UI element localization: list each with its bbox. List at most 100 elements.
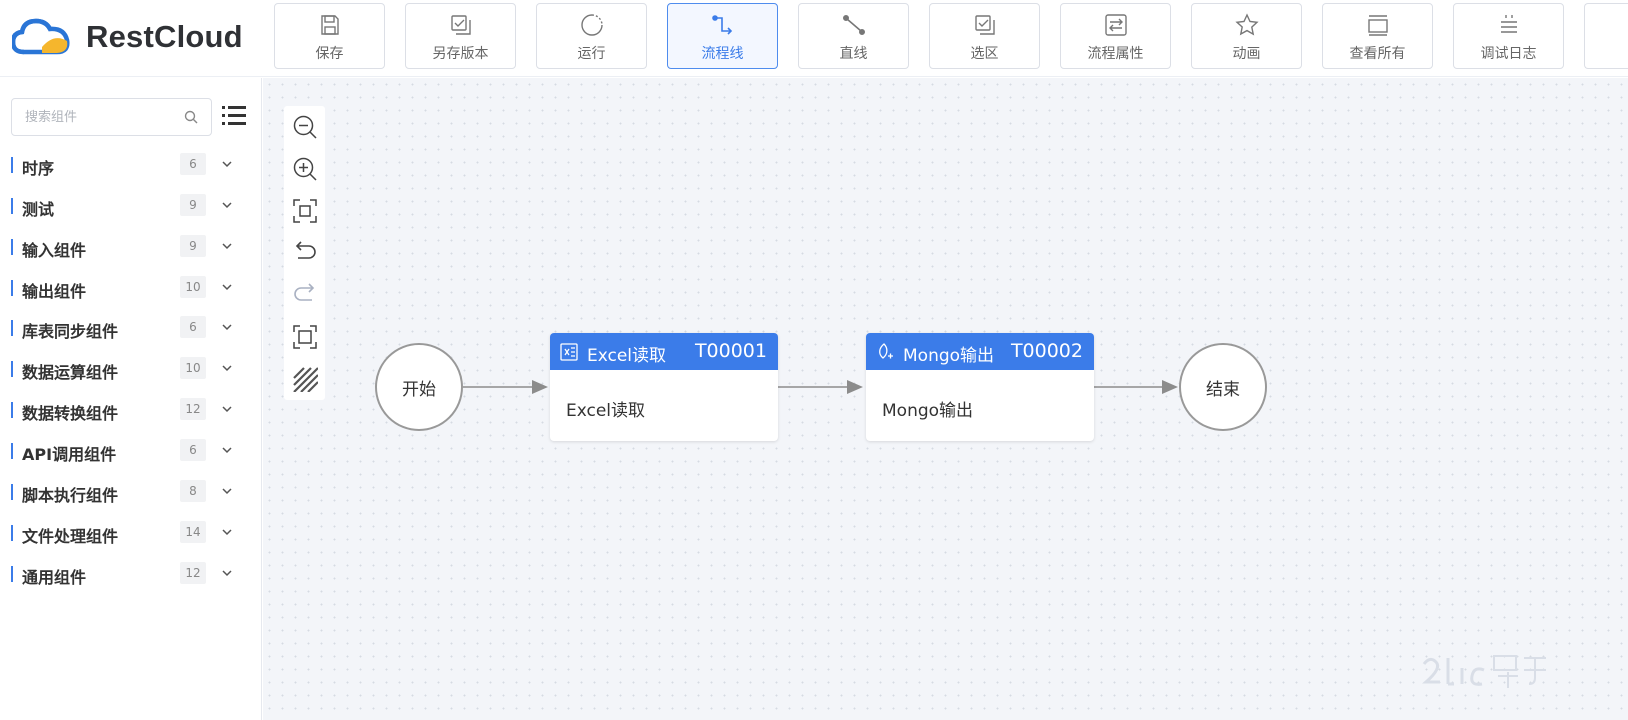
debug-log-icon: [1496, 13, 1522, 37]
category-marker: [11, 443, 13, 459]
category-item[interactable]: 库表同步组件 6: [0, 313, 262, 343]
category-item[interactable]: 数据转换组件 12: [0, 395, 262, 425]
chevron-down-icon[interactable]: [221, 567, 233, 579]
edge-excel-to-mongo[interactable]: [778, 380, 863, 394]
task-node-header: Mongo输出 T00002: [866, 333, 1094, 370]
category-label: 通用组件: [22, 568, 87, 587]
save-version-button[interactable]: 另存版本: [405, 3, 516, 69]
flow-line-icon: [710, 13, 736, 37]
task-node-id: T00002: [1010, 340, 1083, 362]
category-count: 10: [180, 276, 206, 298]
task-node-body: Excel读取: [566, 401, 646, 421]
toolbar-label: 保存: [315, 46, 344, 62]
chevron-down-icon[interactable]: [221, 158, 233, 170]
category-marker: [11, 320, 13, 336]
search-input[interactable]: [12, 99, 182, 135]
flow-canvas[interactable]: 开始 Excel读取 T00001 Excel读取 Mongo输出 T00002…: [263, 78, 1628, 720]
list-view-icon[interactable]: [222, 105, 246, 127]
task-node-name: Mongo输出: [903, 346, 995, 366]
save-icon: [317, 13, 343, 37]
category-marker: [11, 361, 13, 377]
end-node[interactable]: 结束: [1179, 343, 1267, 431]
category-marker: [11, 525, 13, 541]
chevron-down-icon[interactable]: [221, 403, 233, 415]
category-label: 库表同步组件: [22, 322, 119, 341]
category-label: 输出组件: [22, 282, 87, 301]
chevron-down-icon[interactable]: [221, 444, 233, 456]
cloud-logo-icon: [12, 18, 70, 55]
category-count: 9: [180, 235, 206, 257]
category-label: 数据运算组件: [22, 363, 119, 382]
select-area-button[interactable]: 选区: [929, 3, 1040, 69]
toolbar-label: 流程线: [701, 46, 744, 62]
toolbar-label: 查看所有: [1349, 46, 1406, 62]
category-item[interactable]: 脚本执行组件 8: [0, 477, 262, 507]
search-box: [11, 98, 212, 136]
category-marker: [11, 239, 13, 255]
toolbar-label: 调试日志: [1480, 46, 1537, 62]
category-count: 8: [180, 480, 206, 502]
category-item[interactable]: API调用组件 6: [0, 436, 262, 466]
view-all-icon: [1365, 13, 1391, 37]
chevron-down-icon[interactable]: [221, 281, 233, 293]
category-count: 6: [180, 439, 206, 461]
save-version-icon: [448, 13, 474, 37]
site-watermark-logo: [1422, 655, 1546, 688]
view-all-button[interactable]: 查看所有: [1322, 3, 1433, 69]
chevron-down-icon[interactable]: [221, 321, 233, 333]
app-logo[interactable]: RestCloud: [12, 14, 243, 60]
excel-icon: [560, 343, 578, 361]
category-item[interactable]: 时序 6: [0, 150, 262, 180]
chevron-down-icon[interactable]: [221, 526, 233, 538]
category-count: 6: [180, 153, 206, 175]
component-sidebar: 时序 6 测试 9 输入组件 9 输出组件 10 库表同步组件 6 数据运算组件…: [0, 78, 262, 720]
save-button[interactable]: 保存: [274, 3, 385, 69]
debug-log-button[interactable]: 调试日志: [1453, 3, 1564, 69]
category-item[interactable]: 输入组件 9: [0, 232, 262, 262]
app-name: RestCloud: [86, 19, 243, 54]
toolbar-overflow-edge: [1584, 3, 1628, 69]
category-label: 测试: [22, 200, 55, 219]
category-marker: [11, 157, 13, 173]
chevron-down-icon[interactable]: [221, 199, 233, 211]
start-node-label: 开始: [402, 379, 436, 400]
chevron-down-icon[interactable]: [221, 485, 233, 497]
category-label: 数据转换组件: [22, 404, 119, 423]
category-item[interactable]: 输出组件 10: [0, 273, 262, 303]
chevron-down-icon[interactable]: [221, 362, 233, 374]
run-button[interactable]: 运行: [536, 3, 647, 69]
flow-properties-button[interactable]: 流程属性: [1060, 3, 1171, 69]
task-node-header: Excel读取 T00001: [550, 333, 778, 370]
chevron-down-icon[interactable]: [221, 240, 233, 252]
category-label: 脚本执行组件: [22, 486, 119, 505]
category-count: 9: [180, 194, 206, 216]
flow-properties-icon: [1103, 13, 1129, 37]
category-marker: [11, 280, 13, 296]
task-node-name: Excel读取: [587, 346, 667, 366]
select-area-icon: [972, 13, 998, 37]
edge-start-to-excel[interactable]: [463, 380, 548, 394]
toolbar-label: 直线: [839, 46, 868, 62]
category-item[interactable]: 测试 9: [0, 191, 262, 221]
toolbar-label: 动画: [1232, 46, 1261, 62]
edge-mongo-to-end[interactable]: [1093, 380, 1178, 394]
flow-line-button[interactable]: 流程线: [667, 3, 778, 69]
toolbar-label: 流程属性: [1087, 46, 1144, 62]
category-marker: [11, 484, 13, 500]
toolbar-label: 另存版本: [432, 46, 489, 62]
category-count: 12: [180, 398, 206, 420]
task-node-id: T00001: [694, 340, 767, 362]
task-node-mongo[interactable]: Mongo输出 T00002 Mongo输出: [866, 333, 1094, 441]
category-item[interactable]: 通用组件 12: [0, 559, 262, 589]
category-count: 10: [180, 357, 206, 379]
category-item[interactable]: 数据运算组件 10: [0, 354, 262, 384]
animation-button[interactable]: 动画: [1191, 3, 1302, 69]
search-icon[interactable]: [184, 110, 198, 124]
category-item[interactable]: 文件处理组件 14: [0, 518, 262, 548]
mongo-icon: [879, 343, 893, 359]
straight-line-icon: [841, 13, 867, 37]
category-marker: [11, 402, 13, 418]
start-node[interactable]: 开始: [375, 343, 463, 431]
task-node-excel[interactable]: Excel读取 T00001 Excel读取: [550, 333, 778, 441]
straight-line-button[interactable]: 直线: [798, 3, 909, 69]
